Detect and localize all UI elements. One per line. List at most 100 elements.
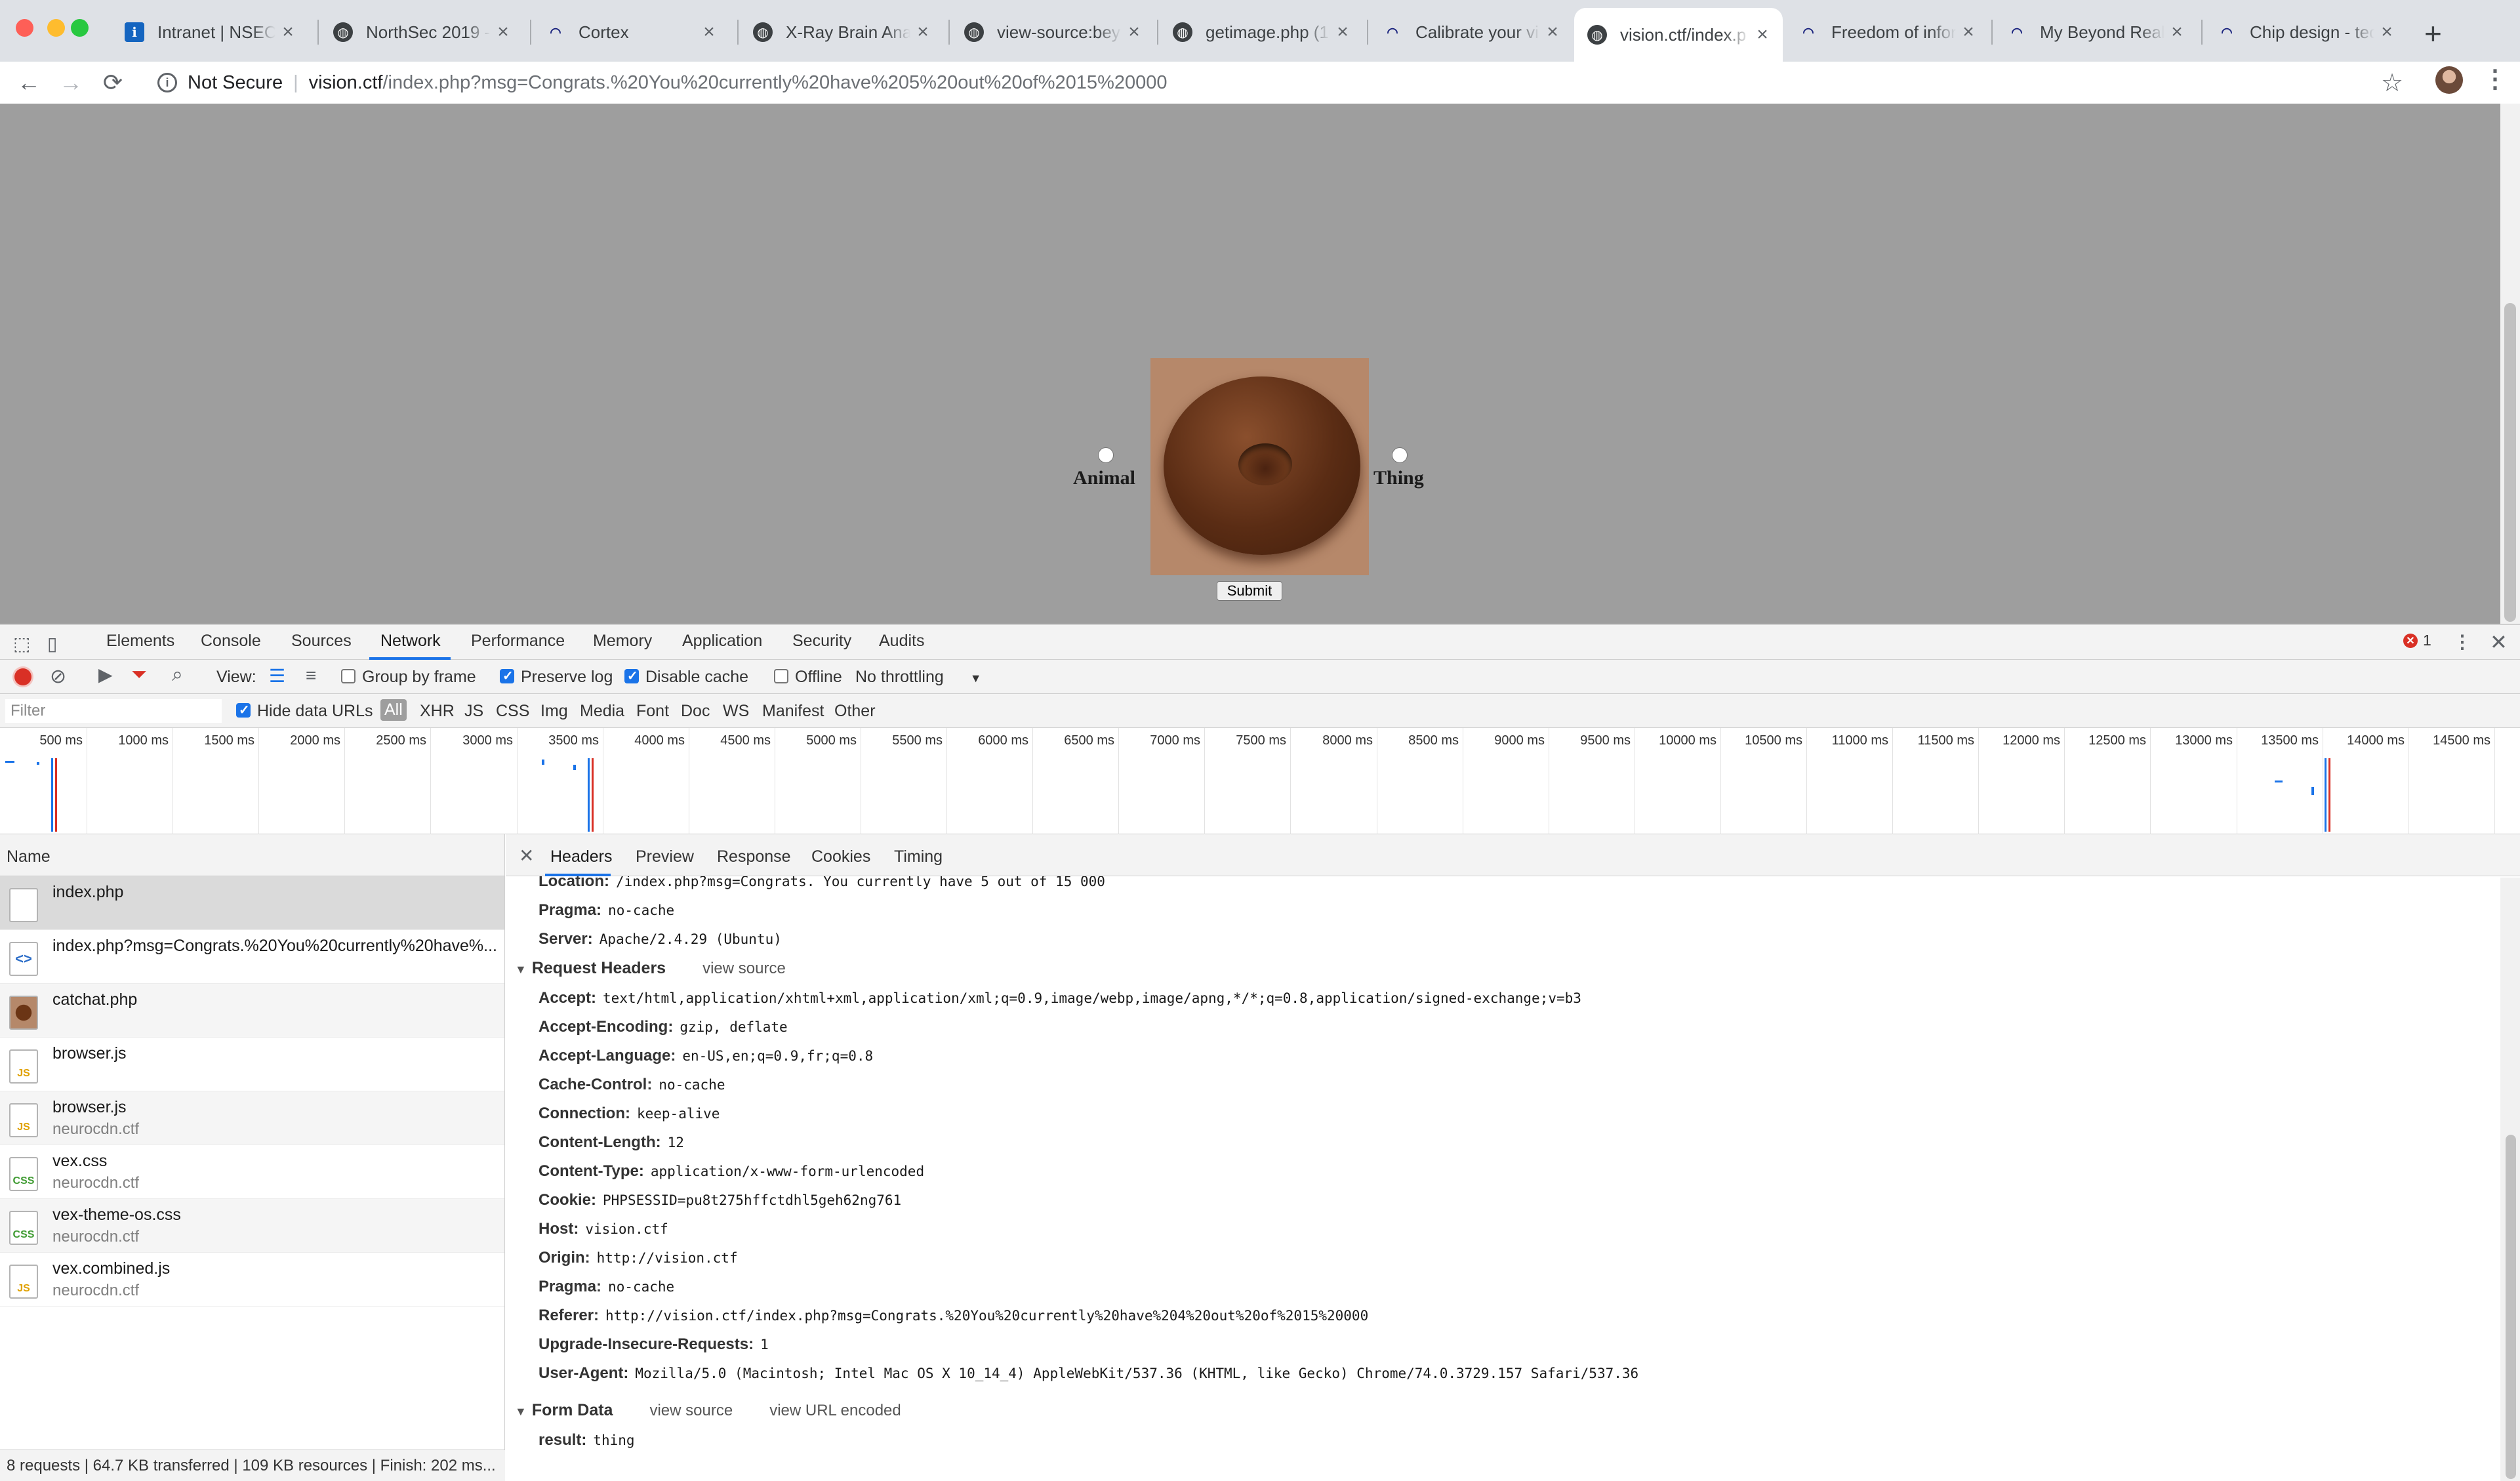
browser-tab[interactable]: ◠ Freedom of infor ×	[1785, 8, 1989, 56]
zoom-window-button[interactable]	[71, 19, 89, 37]
thing-radio[interactable]	[1392, 447, 1408, 463]
preserve-log-checkbox[interactable]: Preserve log	[500, 668, 613, 687]
offline-checkbox[interactable]: Offline	[774, 668, 842, 687]
filter-type-all[interactable]: All	[380, 699, 407, 721]
request-row[interactable]: JS vex.combined.js neurocdn.ctf	[0, 1253, 504, 1307]
filter-type-xhr[interactable]: XHR	[420, 702, 455, 721]
close-tab-icon[interactable]: ×	[2168, 21, 2185, 43]
close-tab-icon[interactable]: ×	[914, 21, 931, 43]
tab-sources[interactable]: Sources	[291, 632, 352, 651]
submit-button[interactable]: Submit	[1217, 581, 1282, 601]
minimize-window-button[interactable]	[47, 19, 65, 37]
browser-tab[interactable]: ◍ NorthSec 2019 - ×	[320, 8, 523, 56]
filter-type-js[interactable]: JS	[464, 702, 483, 721]
close-tab-icon[interactable]: ×	[279, 21, 296, 43]
filter-input[interactable]: Filter	[5, 699, 222, 723]
close-tab-icon[interactable]: ×	[2378, 21, 2395, 43]
record-icon[interactable]	[14, 668, 31, 685]
inspect-element-icon[interactable]: ⬚	[13, 633, 30, 655]
browser-menu-icon[interactable]: ⋮	[2483, 64, 2508, 94]
request-row[interactable]: <> index.php?msg=Congrats.%20You%20curre…	[0, 930, 504, 984]
close-tab-icon[interactable]: ×	[1754, 24, 1771, 46]
request-row[interactable]: CSS vex.css neurocdn.ctf	[0, 1145, 504, 1199]
profile-avatar[interactable]	[2435, 66, 2463, 94]
browser-tab[interactable]: ◠ My Beyond Reali ×	[1994, 8, 2197, 56]
tab-performance[interactable]: Performance	[471, 632, 565, 651]
error-counter[interactable]: ✕ 1	[2403, 632, 2431, 649]
close-tab-icon[interactable]: ×	[1126, 21, 1143, 43]
device-toolbar-icon[interactable]: ▯	[47, 633, 57, 655]
js-file-icon: JS	[9, 1103, 38, 1137]
network-overview-timeline[interactable]: 500 ms 1000 ms 1500 ms 2000 ms 2500 ms 3000 m…	[0, 728, 2520, 834]
tab-timing[interactable]: Timing	[894, 847, 943, 866]
page-scrollbar-thumb[interactable]	[2504, 303, 2516, 622]
waterfall-icon[interactable]: ≡	[306, 665, 316, 686]
browser-tab[interactable]: ℹ Intranet | NSEC 2 ×	[112, 8, 308, 56]
close-tab-icon[interactable]: ×	[1334, 21, 1351, 43]
throttling-select[interactable]: No throttling ▼	[855, 668, 982, 687]
devtools-menu-icon[interactable]: ⋮	[2453, 631, 2471, 653]
filter-type-ws[interactable]: WS	[723, 702, 749, 721]
view-source-link[interactable]: view source	[649, 1402, 733, 1419]
request-row[interactable]: CSS vex-theme-os.css neurocdn.ctf	[0, 1199, 504, 1253]
new-tab-icon[interactable]: +	[2424, 16, 2442, 51]
filter-type-manifest[interactable]: Manifest	[762, 702, 824, 721]
form-data-section[interactable]: ▼ Form Data view source view URL encoded	[515, 1401, 901, 1420]
browser-tab[interactable]: ◍ view-source:bey ×	[951, 8, 1154, 56]
address-bar[interactable]: i Not Secure | vision.ctf /index.php?msg…	[144, 64, 2368, 102]
request-row[interactable]: index.php	[0, 876, 504, 930]
forward-icon[interactable]: →	[55, 67, 87, 98]
filter-icon[interactable]: ⏷	[131, 664, 147, 686]
filter-type-media[interactable]: Media	[580, 702, 624, 721]
tab-headers[interactable]: Headers	[550, 847, 613, 866]
close-tab-icon[interactable]: ×	[495, 21, 512, 43]
request-row[interactable]: JS browser.js neurocdn.ctf	[0, 1091, 504, 1145]
bookmark-star-icon[interactable]: ☆	[2381, 68, 2403, 98]
close-tab-icon[interactable]: ×	[701, 21, 718, 43]
info-icon[interactable]: i	[157, 73, 177, 92]
animal-radio[interactable]	[1098, 447, 1114, 463]
browser-tab[interactable]: ◠ Chip design - tec ×	[2204, 8, 2407, 56]
filter-type-img[interactable]: Img	[540, 702, 568, 721]
filter-type-css[interactable]: CSS	[496, 702, 529, 721]
hide-data-urls-checkbox[interactable]: Hide data URLs	[236, 702, 373, 721]
close-window-button[interactable]	[16, 19, 33, 37]
browser-tab[interactable]: ◠ Cortex ×	[533, 8, 729, 56]
tab-application[interactable]: Application	[682, 632, 762, 651]
browser-tab[interactable]: ◍ X-Ray Brain Anal ×	[740, 8, 943, 56]
search-icon[interactable]: ⌕	[172, 664, 183, 686]
close-devtools-icon[interactable]: ✕	[2490, 630, 2508, 655]
filter-type-doc[interactable]: Doc	[681, 702, 710, 721]
tab-console[interactable]: Console	[201, 632, 261, 651]
tab-elements[interactable]: Elements	[106, 632, 174, 651]
filter-type-font[interactable]: Font	[636, 702, 669, 721]
tab-response[interactable]: Response	[717, 847, 791, 866]
large-rows-icon[interactable]: ☰	[269, 665, 285, 687]
request-headers-section[interactable]: ▼ Request Headers view source	[515, 959, 786, 978]
view-url-encoded-link[interactable]: view URL encoded	[769, 1402, 901, 1419]
close-tab-icon[interactable]: ×	[1544, 21, 1561, 43]
browser-tab[interactable]: ◍ getimage.php (16 ×	[1160, 8, 1363, 56]
back-icon[interactable]: ←	[13, 67, 45, 98]
close-tab-icon[interactable]: ×	[1960, 21, 1977, 43]
group-by-frame-checkbox[interactable]: Group by frame	[341, 668, 476, 687]
request-row[interactable]: JS browser.js	[0, 1038, 504, 1091]
request-row[interactable]: catchat.php	[0, 984, 504, 1038]
browser-tab-active[interactable]: ◍ vision.ctf/index.p ×	[1574, 8, 1783, 62]
tab-preview[interactable]: Preview	[636, 847, 694, 866]
reload-icon[interactable]: ⟳	[97, 67, 129, 98]
tab-security[interactable]: Security	[792, 632, 851, 651]
filter-type-other[interactable]: Other	[834, 702, 876, 721]
name-column-header[interactable]: Name	[0, 834, 504, 876]
tab-memory[interactable]: Memory	[593, 632, 652, 651]
tab-cookies[interactable]: Cookies	[811, 847, 870, 866]
view-source-link[interactable]: view source	[702, 960, 786, 977]
browser-tab[interactable]: ◠ Calibrate your vi ×	[1370, 8, 1573, 56]
clear-icon[interactable]: ⊘	[50, 665, 66, 688]
tab-audits[interactable]: Audits	[879, 632, 924, 651]
capture-screenshots-icon[interactable]: ▶	[98, 664, 113, 685]
close-detail-icon[interactable]: ✕	[519, 845, 534, 866]
tab-network[interactable]: Network	[380, 632, 441, 651]
disable-cache-checkbox[interactable]: Disable cache	[624, 668, 748, 687]
headers-scrollbar-thumb[interactable]	[2506, 1135, 2516, 1479]
